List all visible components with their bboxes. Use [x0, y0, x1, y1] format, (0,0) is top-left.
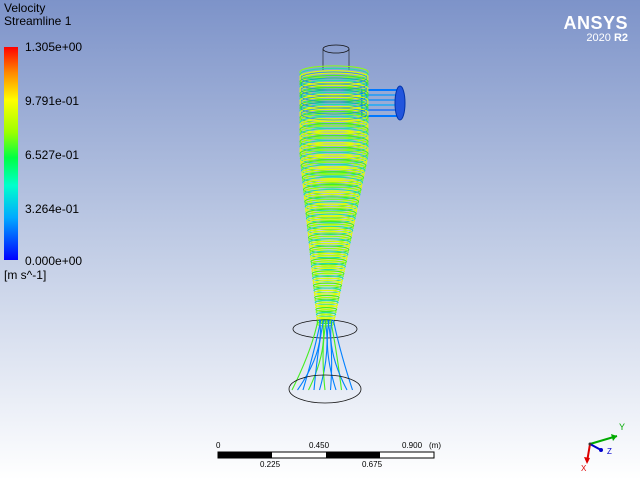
color-legend-bar [4, 47, 18, 260]
triad-x-label: X [581, 464, 587, 472]
streamline-swirl [299, 65, 369, 327]
legend-min-label: 0.000e+00 [25, 254, 83, 268]
scale-label-mid: 0.450 [309, 441, 330, 450]
scale-label-0: 0 [216, 441, 221, 450]
legend-label-3: 9.791e-01 [25, 94, 80, 108]
legend-max-label: 1.305e+00 [25, 40, 83, 54]
brand-version: 2020 R2 [586, 32, 628, 44]
legend-object: Streamline 1 [4, 14, 72, 28]
legend-unit: [m s^-1] [4, 268, 47, 282]
scale-ruler [217, 451, 435, 459]
triad-z-label: Z [607, 447, 612, 456]
outlet-streamline [291, 319, 319, 391]
outlet-streamlines [291, 319, 354, 391]
scale-bar: 0 0.450 0.900 (m) 0.225 0.675 [210, 440, 450, 474]
3d-viewport[interactable] [270, 40, 420, 410]
legend-title: Velocity Streamline 1 [4, 2, 71, 28]
ansys-logo: ANSYS 2020 R2 [563, 14, 628, 45]
scale-label-q3: 0.675 [362, 460, 383, 469]
axis-triad[interactable]: Y Z X [575, 412, 625, 472]
vortex-finder-top [322, 44, 350, 54]
triad-y-label: Y [619, 422, 625, 432]
scale-label-q1: 0.225 [260, 460, 281, 469]
legend-mid-label: 6.527e-01 [25, 148, 80, 162]
scale-unit: (m) [429, 441, 441, 450]
scale-label-max: 0.900 [402, 441, 423, 450]
outlet-streamline [297, 319, 321, 391]
brand-name: ANSYS [563, 13, 628, 33]
legend-label-1: 3.264e-01 [25, 202, 80, 216]
